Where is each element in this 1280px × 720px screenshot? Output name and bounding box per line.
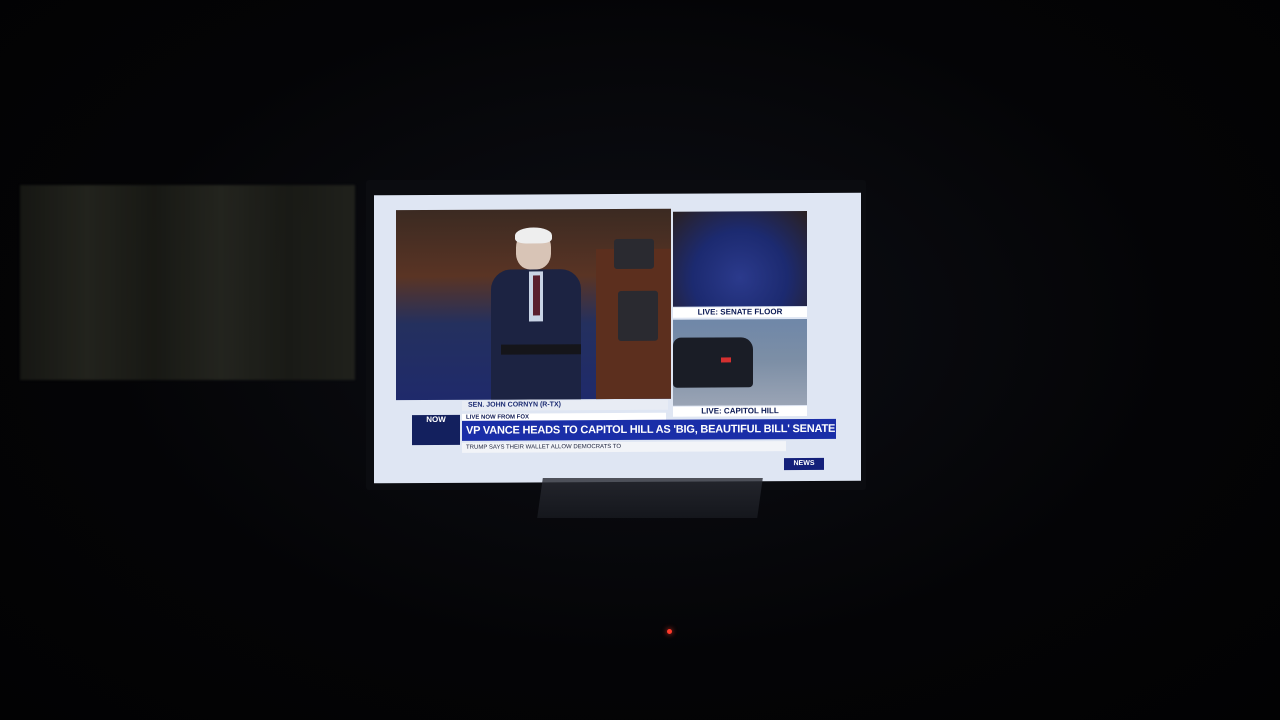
chair xyxy=(618,290,658,341)
senate-floor-feed xyxy=(673,211,807,307)
window-curtain xyxy=(20,185,355,380)
lectern xyxy=(501,344,581,355)
standby-led xyxy=(667,629,672,634)
main-video-feed xyxy=(396,208,671,401)
chair xyxy=(614,238,654,270)
suv-vehicle xyxy=(673,337,753,388)
tv-screen: LIVE: SENATE FLOOR LIVE: CAPITOL HILL SE… xyxy=(374,192,861,484)
speaker-hair xyxy=(515,227,552,244)
news-ticker: TRUMP SAYS THEIR WALLET ALLOW DEMOCRATS … xyxy=(462,441,786,453)
network-logo: NOW xyxy=(412,414,460,446)
news-badge: NEWS xyxy=(784,457,824,471)
speaker-figure xyxy=(491,227,581,400)
headline-banner: VP VANCE HEADS TO CAPITOL HILL AS 'BIG, … xyxy=(462,418,836,441)
senate-floor-label: LIVE: SENATE FLOOR xyxy=(673,307,807,318)
capitol-hill-feed xyxy=(673,319,807,406)
tail-light xyxy=(721,357,731,363)
capitol-hill-label: LIVE: CAPITOL HILL xyxy=(673,406,807,417)
speaker-name-bar: SEN. JOHN CORNYN (R-TX) xyxy=(462,399,668,411)
speaker-tie xyxy=(533,275,540,316)
tv-stand xyxy=(537,478,763,518)
